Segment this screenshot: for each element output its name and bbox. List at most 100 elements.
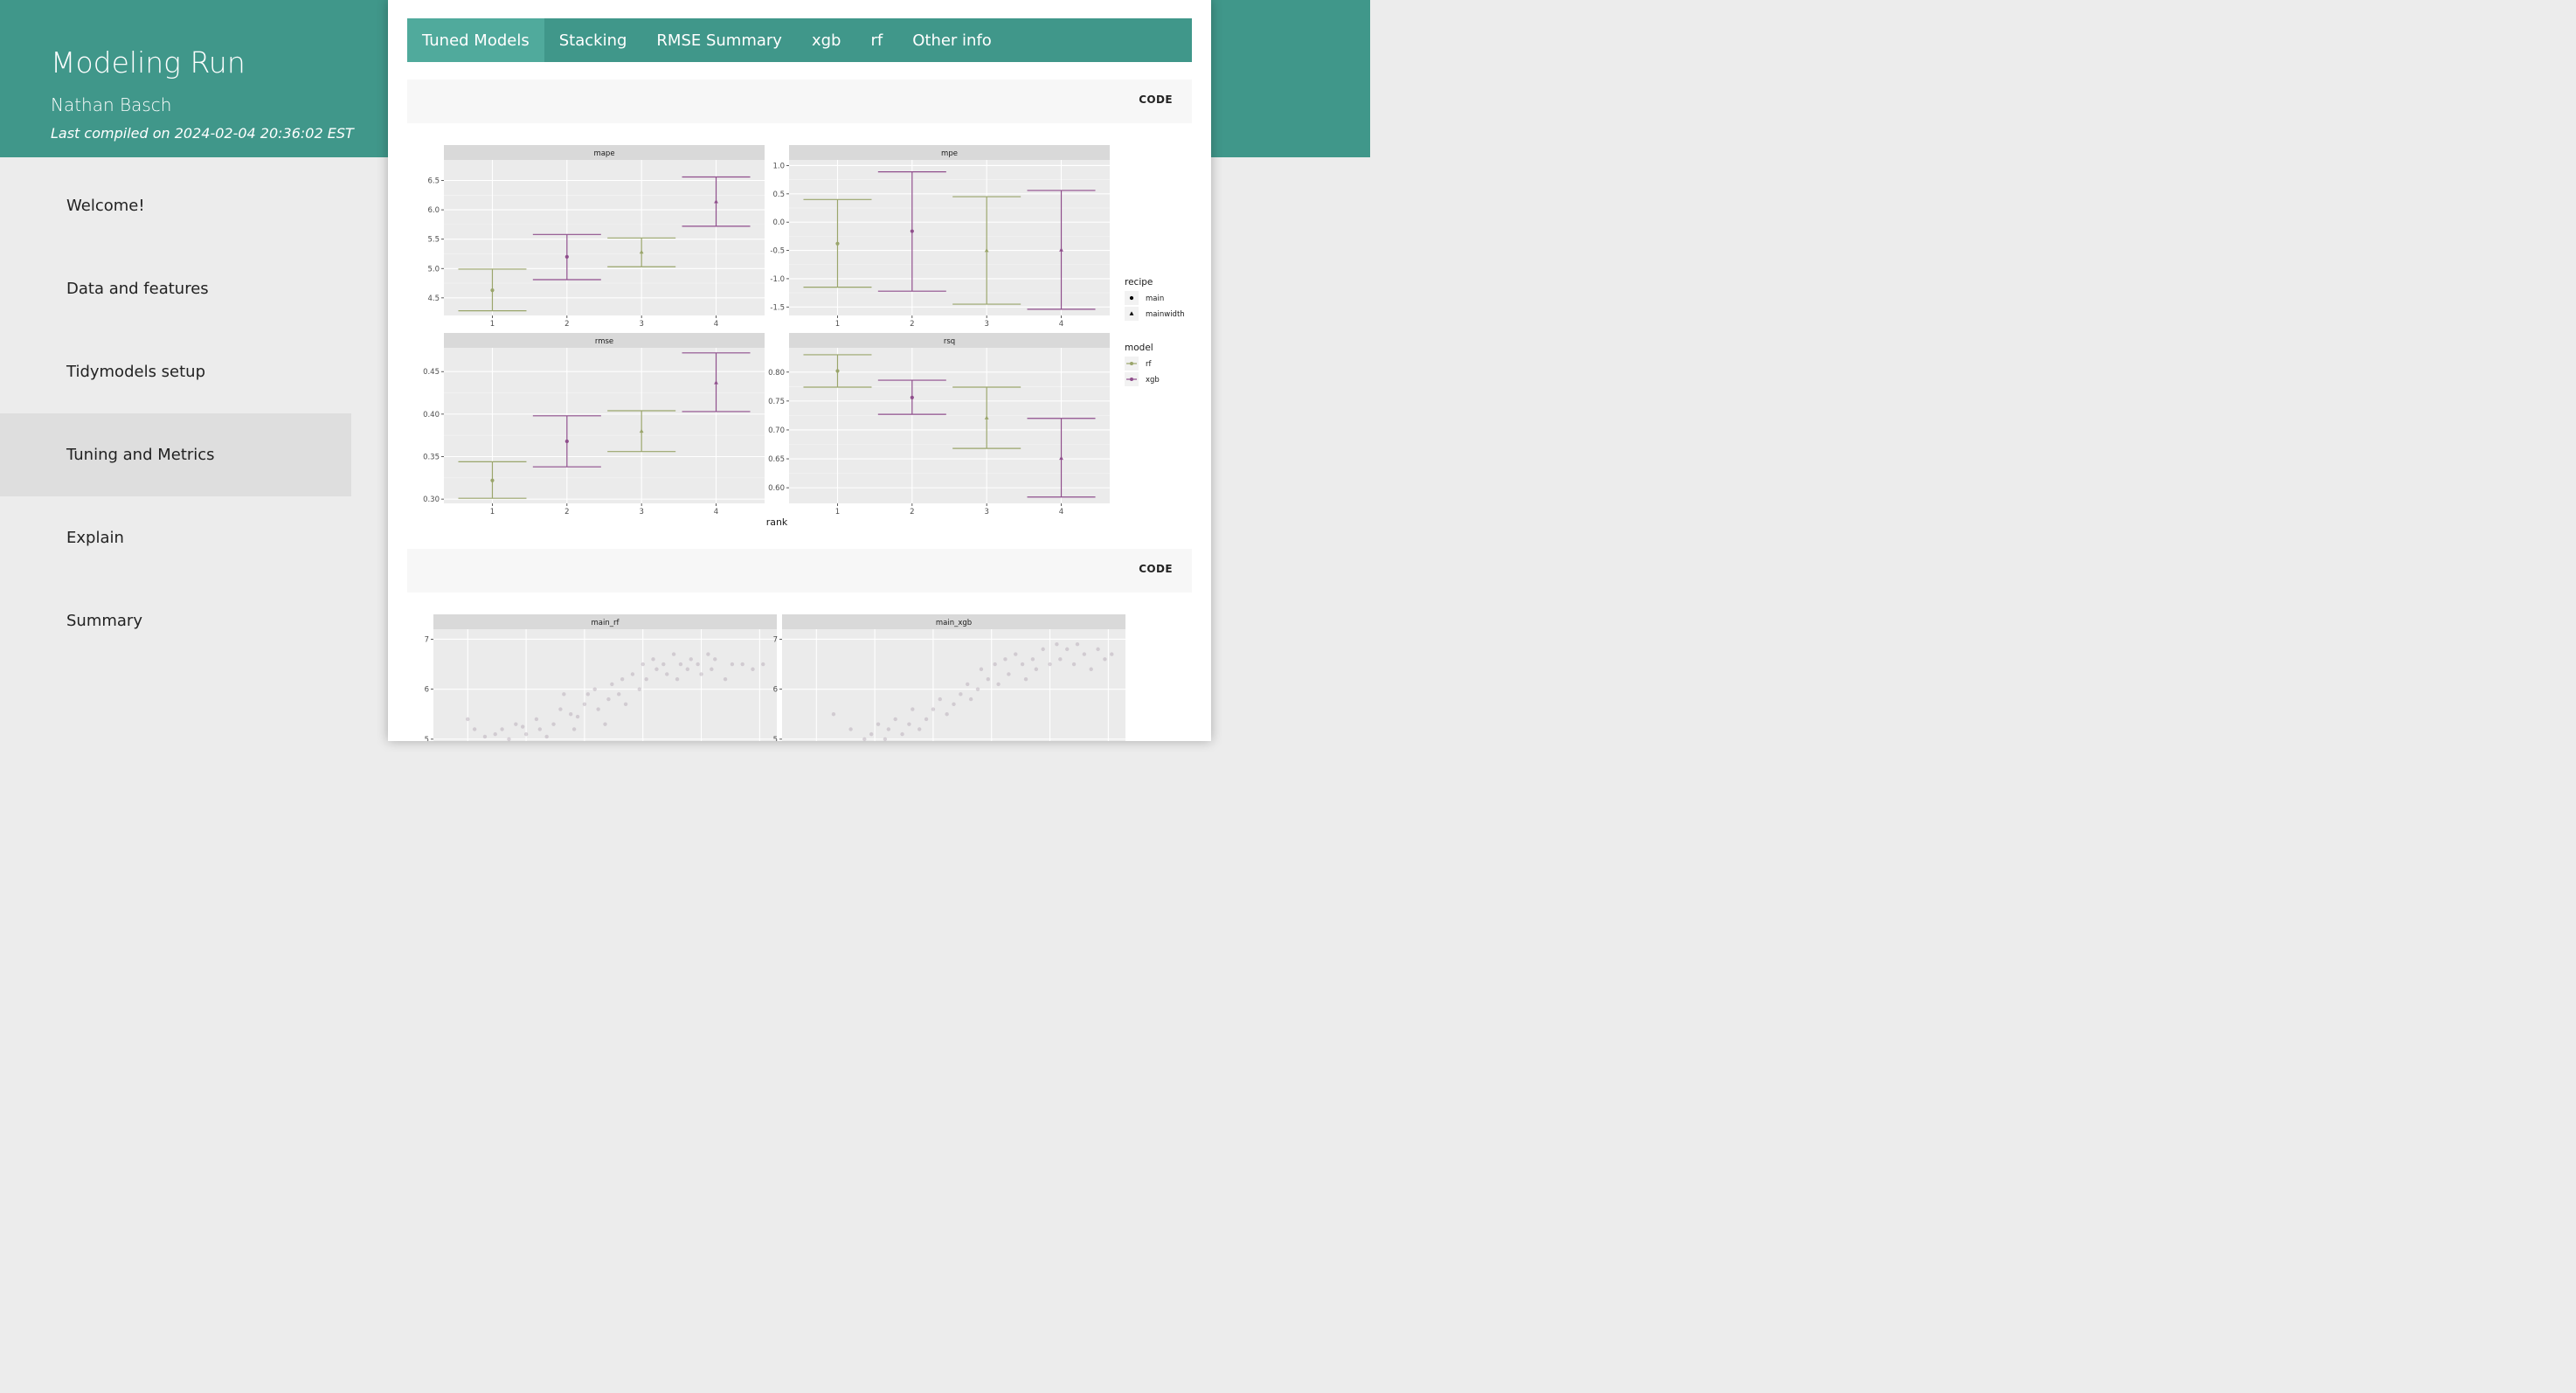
- scatter-point: [585, 692, 591, 696]
- scatter-point: [685, 667, 690, 671]
- scatter-point: [1041, 647, 1045, 652]
- scatter-point: [534, 717, 539, 722]
- page-title: Modeling Run: [51, 45, 246, 80]
- scatter-point: [641, 662, 645, 667]
- y-tick-label: -0.5: [770, 247, 785, 256]
- scatter-point: [918, 727, 922, 731]
- scatter-point: [596, 707, 600, 711]
- nav-item-tuning-and-metrics[interactable]: Tuning and Metrics: [0, 413, 351, 496]
- y-tick-label: 6: [425, 686, 429, 695]
- scatter-point: [730, 662, 735, 667]
- scatter-point: [630, 672, 635, 676]
- scatter-point: [620, 677, 625, 682]
- scatter-point: [876, 722, 881, 726]
- x-tick-label: 4: [1059, 508, 1063, 516]
- legend-key-symbol: [1130, 378, 1133, 381]
- scatter-point: [606, 696, 611, 702]
- facet-title: main_rf: [592, 619, 620, 627]
- scatter-point: [952, 702, 956, 706]
- nav-item-summary[interactable]: Summary: [0, 579, 351, 662]
- scatter-point: [1020, 662, 1025, 667]
- scatter-point: [661, 662, 666, 667]
- y-tick-label: 5: [425, 736, 429, 741]
- mean-point: [910, 229, 914, 233]
- scatter-point: [651, 657, 655, 662]
- facet-panel-mape: mape 4.5 5.0 5.5 6.0 6.5 1 2 3 4: [427, 145, 765, 329]
- scatter-point: [723, 677, 728, 682]
- scatter-point: [886, 727, 891, 731]
- scatter-point: [617, 692, 621, 696]
- nav-item-data-and-features[interactable]: Data and features: [0, 247, 351, 330]
- legend-key-symbol: [1130, 362, 1133, 365]
- scatter-point: [1064, 647, 1070, 652]
- mean-point: [910, 395, 914, 400]
- scatter-point: [689, 657, 693, 662]
- nav-item-explain[interactable]: Explain: [0, 496, 351, 579]
- scatter-point: [1003, 657, 1008, 662]
- facet-panel-main_xgb: main_xgb 5 6 7: [773, 614, 1125, 741]
- scatter-point: [911, 707, 915, 711]
- x-tick-label: 1: [490, 320, 495, 329]
- x-tick-label: 3: [984, 508, 988, 516]
- legend-label-main: main: [1146, 295, 1164, 303]
- y-tick-label: 6.0: [427, 206, 440, 215]
- mean-point: [490, 288, 495, 293]
- scatter-point: [869, 731, 874, 737]
- x-tick-label: 1: [835, 508, 840, 516]
- nav-item-welcome[interactable]: Welcome!: [0, 164, 351, 247]
- author-name: Nathan Basch: [51, 94, 172, 115]
- facet-title: rsq: [944, 337, 955, 346]
- x-tick-label: 2: [564, 320, 569, 329]
- legend-label-rf: rf: [1146, 360, 1152, 369]
- y-tick-label: 5: [773, 736, 778, 741]
- scatter-point: [493, 731, 497, 737]
- scatter-point: [466, 717, 470, 722]
- code-toggle-button-2[interactable]: CODE: [1139, 563, 1173, 575]
- scatter-point: [900, 731, 904, 737]
- scatter-point: [848, 727, 853, 731]
- legend-title-recipe: recipe: [1125, 277, 1153, 288]
- scatter-point: [1075, 641, 1080, 647]
- scatter-point: [893, 717, 897, 722]
- mean-point: [564, 254, 569, 259]
- y-tick-label: 6.5: [427, 177, 440, 186]
- scatter-point: [472, 727, 477, 731]
- y-tick-label: 0.65: [768, 455, 785, 464]
- scatter-point: [514, 722, 518, 726]
- scatter-point: [523, 731, 529, 737]
- y-tick-label: 7: [773, 635, 778, 644]
- scatter-point: [610, 682, 614, 687]
- scatter-point: [993, 662, 997, 667]
- scatter-point: [582, 702, 587, 706]
- nav-item-tidymodels-setup[interactable]: Tidymodels setup: [0, 330, 351, 413]
- y-tick-label: 0.70: [768, 426, 785, 435]
- scatter-point: [706, 652, 710, 656]
- panel-background: [782, 629, 1125, 741]
- scatter-point: [665, 672, 669, 676]
- mean-point: [835, 369, 840, 373]
- y-tick-label: -1.5: [770, 303, 785, 312]
- facet-panel-mpe: mpe -1.5 -1.0 -0.5 0.0 0.5 1.0 1 2 3 4: [770, 145, 1110, 329]
- scatter-point: [678, 662, 683, 667]
- scatter-point: [1030, 657, 1035, 662]
- legend-label-xgb: xgb: [1146, 376, 1160, 385]
- x-axis-label: rank: [766, 516, 788, 528]
- scatter-point: [1110, 652, 1114, 656]
- scatter-point: [558, 707, 563, 711]
- scatter-point: [603, 722, 607, 726]
- sidebar-nav: Welcome! Data and features Tidymodels se…: [0, 164, 351, 662]
- y-tick-label: -1.0: [770, 275, 785, 284]
- mean-point: [564, 439, 569, 444]
- scatter-point: [675, 677, 680, 682]
- scatter-point: [520, 724, 525, 729]
- compiled-date: Last compiled on 2024-02-04 20:36:02 EST: [51, 125, 354, 142]
- y-tick-label: 0.0: [772, 218, 785, 227]
- scatter-point: [761, 662, 765, 667]
- scatter-point: [482, 734, 488, 739]
- y-tick-label: 0.30: [423, 496, 440, 504]
- y-tick-label: 5.0: [427, 265, 440, 274]
- scatter-point: [575, 714, 580, 719]
- x-tick-label: 3: [984, 320, 988, 329]
- y-tick-label: 6: [773, 686, 778, 695]
- scatter-point: [1034, 667, 1039, 671]
